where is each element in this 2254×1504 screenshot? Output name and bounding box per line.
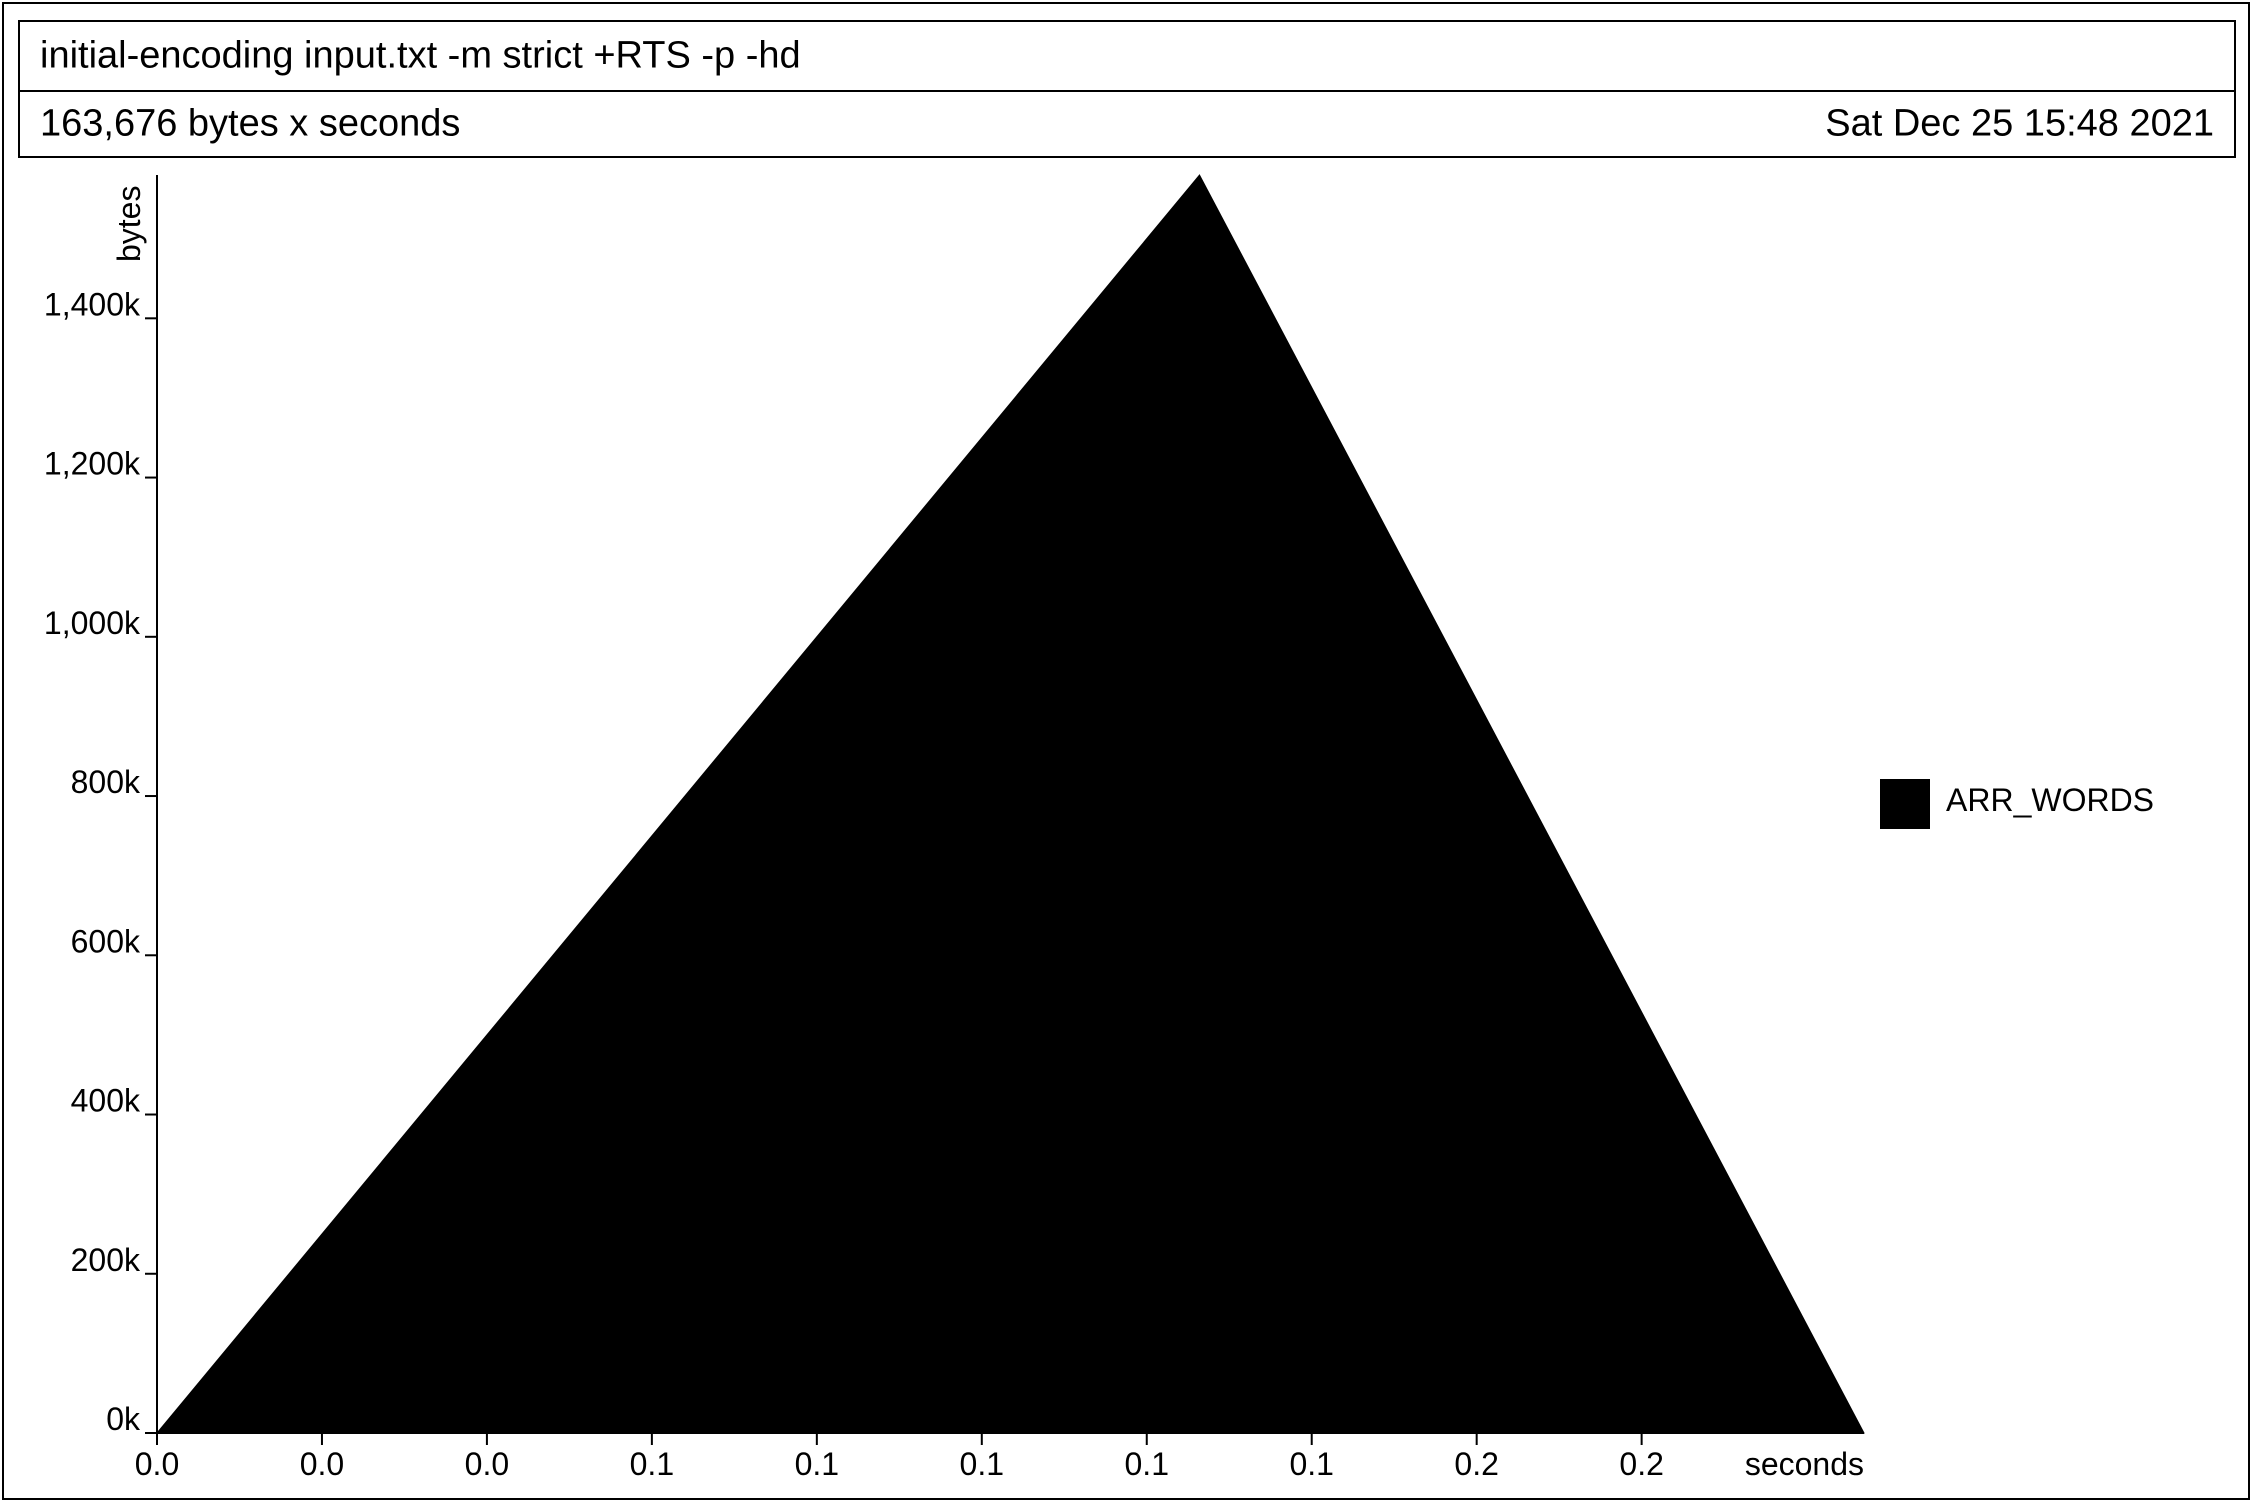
x-tick-label-3: 0.1	[630, 1446, 674, 1482]
x-tick-label-0: 0.0	[135, 1446, 179, 1482]
x-tick-label-9: 0.2	[1619, 1446, 1663, 1482]
series-area-0	[155, 174, 1865, 1434]
x-axis-label: seconds	[1745, 1446, 1864, 1482]
y-tick-label-3: 600k	[71, 923, 141, 959]
y-tick-label-1: 200k	[71, 1242, 141, 1278]
y-tick-label-0: 0k	[106, 1401, 141, 1437]
x-tick-label-2: 0.0	[465, 1446, 509, 1482]
y-tick-label-5: 1,000k	[44, 605, 141, 641]
y-axis-label: bytes	[111, 186, 147, 262]
y-tick-label-7: 1,400k	[44, 286, 141, 322]
x-tick-label-6: 0.1	[1125, 1446, 1169, 1482]
heap-profile-chart: 0k 200k 400k 600k 800k 1,000k 1,200k 1,400k 0.0 0…	[44, 174, 2154, 1482]
x-tick-label-5: 0.1	[960, 1446, 1004, 1482]
y-tick-label-2: 400k	[71, 1083, 141, 1119]
x-tick-label-8: 0.2	[1454, 1446, 1498, 1482]
legend-swatch-0	[1880, 779, 1930, 829]
x-tick-label-4: 0.1	[795, 1446, 839, 1482]
x-tick-label-7: 0.1	[1289, 1446, 1333, 1482]
x-tick-label-1: 0.0	[300, 1446, 344, 1482]
y-tick-label-4: 800k	[71, 764, 141, 800]
y-tick-label-6: 1,200k	[44, 446, 141, 482]
legend-label-0: ARR_WORDS	[1946, 782, 2154, 818]
